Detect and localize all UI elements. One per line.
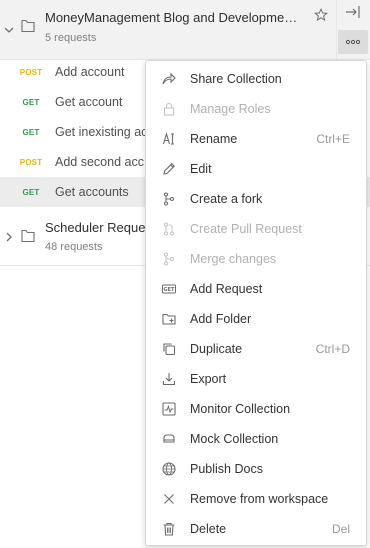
method-badge: POST <box>19 157 43 167</box>
star-icon[interactable] <box>314 8 328 22</box>
mock-server-icon <box>162 432 176 446</box>
duplicate-icon <box>162 342 176 356</box>
menu-item-merge-changes: Merge changes <box>146 244 366 274</box>
request-name: Get account <box>55 95 123 109</box>
collection-folder-icon <box>21 229 35 243</box>
share-icon <box>162 72 176 86</box>
menu-item-label: Create a fork <box>190 192 263 206</box>
menu-item-delete[interactable]: Delete Del <box>146 514 366 544</box>
monitor-icon <box>162 402 176 416</box>
menu-item-create-pull-request: Create Pull Request <box>146 214 366 244</box>
request-name: Get accounts <box>55 185 129 199</box>
collection-context-menu: Share Collection Manage Roles Rename Ctr… <box>145 60 367 546</box>
menu-item-manage-roles: Manage Roles <box>146 94 366 124</box>
lock-icon <box>162 102 176 116</box>
collection-name[interactable]: Scheduler Reque <box>45 220 145 235</box>
method-badge: GET <box>22 187 40 197</box>
menu-item-rename[interactable]: Rename Ctrl+E <box>146 124 366 154</box>
menu-item-label: Edit <box>190 162 212 176</box>
collection-folder-icon <box>21 19 35 33</box>
menu-item-edit[interactable]: Edit <box>146 154 366 184</box>
more-dots-icon <box>345 39 361 45</box>
globe-icon <box>162 462 176 476</box>
menu-item-remove-from-workspace[interactable]: Remove from workspace <box>146 484 366 514</box>
export-icon <box>162 372 176 386</box>
rename-icon <box>162 132 176 146</box>
menu-item-label: Monitor Collection <box>190 402 291 416</box>
menu-item-publish-docs[interactable]: Publish Docs <box>146 454 366 484</box>
menu-item-label: Add Request <box>190 282 263 296</box>
menu-item-label: Add Folder <box>190 312 252 326</box>
menu-item-label: Create Pull Request <box>190 222 302 236</box>
request-name: Add second acc <box>55 155 144 169</box>
collection-request-count: 48 requests <box>45 241 103 253</box>
expand-collection-icon[interactable] <box>344 4 362 20</box>
method-badge: POST <box>19 67 43 77</box>
chevron-right-icon[interactable] <box>4 232 14 242</box>
svg-text:GET: GET <box>164 287 176 293</box>
request-name: Add account <box>55 65 125 79</box>
pull-request-icon <box>162 222 176 236</box>
menu-item-label: Publish Docs <box>190 462 263 476</box>
menu-item-label: Rename <box>190 132 238 146</box>
method-badge: GET <box>22 97 40 107</box>
close-icon <box>162 492 176 506</box>
menu-item-label: Mock Collection <box>190 432 279 446</box>
menu-item-label: Delete <box>190 522 227 536</box>
menu-item-shortcut: Ctrl+E <box>316 132 350 146</box>
menu-item-mock-collection[interactable]: Mock Collection <box>146 424 366 454</box>
collection-row-moneymanagement[interactable]: MoneyManagement Blog and Developme… 5 re… <box>0 0 370 60</box>
more-actions-button[interactable] <box>338 30 368 54</box>
menu-item-add-request[interactable]: GET Add Request <box>146 274 366 304</box>
menu-item-label: Remove from workspace <box>190 492 329 506</box>
chevron-down-icon[interactable] <box>4 25 14 35</box>
menu-item-shortcut: Del <box>331 522 350 536</box>
menu-item-label: Duplicate <box>190 342 243 356</box>
menu-item-add-folder[interactable]: Add Folder <box>146 304 366 334</box>
menu-item-shortcut: Ctrl+D <box>315 342 350 356</box>
menu-item-duplicate[interactable]: Duplicate Ctrl+D <box>146 334 366 364</box>
menu-item-label: Export <box>190 372 227 386</box>
method-badge: GET <box>22 127 40 137</box>
collection-request-count: 5 requests <box>45 32 97 44</box>
folder-plus-icon <box>162 312 176 326</box>
fork-icon <box>162 192 176 206</box>
menu-item-monitor-collection[interactable]: Monitor Collection <box>146 394 366 424</box>
menu-item-create-fork[interactable]: Create a fork <box>146 184 366 214</box>
menu-item-label: Manage Roles <box>190 102 271 116</box>
request-name: Get inexisting ac <box>55 125 148 139</box>
merge-icon <box>162 252 176 266</box>
collection-name[interactable]: MoneyManagement Blog and Developme… <box>45 10 310 25</box>
pencil-icon <box>162 162 176 176</box>
get-request-icon: GET <box>162 282 176 296</box>
trash-icon <box>162 522 176 536</box>
menu-item-share-collection[interactable]: Share Collection <box>146 64 366 94</box>
menu-item-label: Merge changes <box>190 252 277 266</box>
menu-item-label: Share Collection <box>190 72 282 86</box>
menu-item-export[interactable]: Export <box>146 364 366 394</box>
